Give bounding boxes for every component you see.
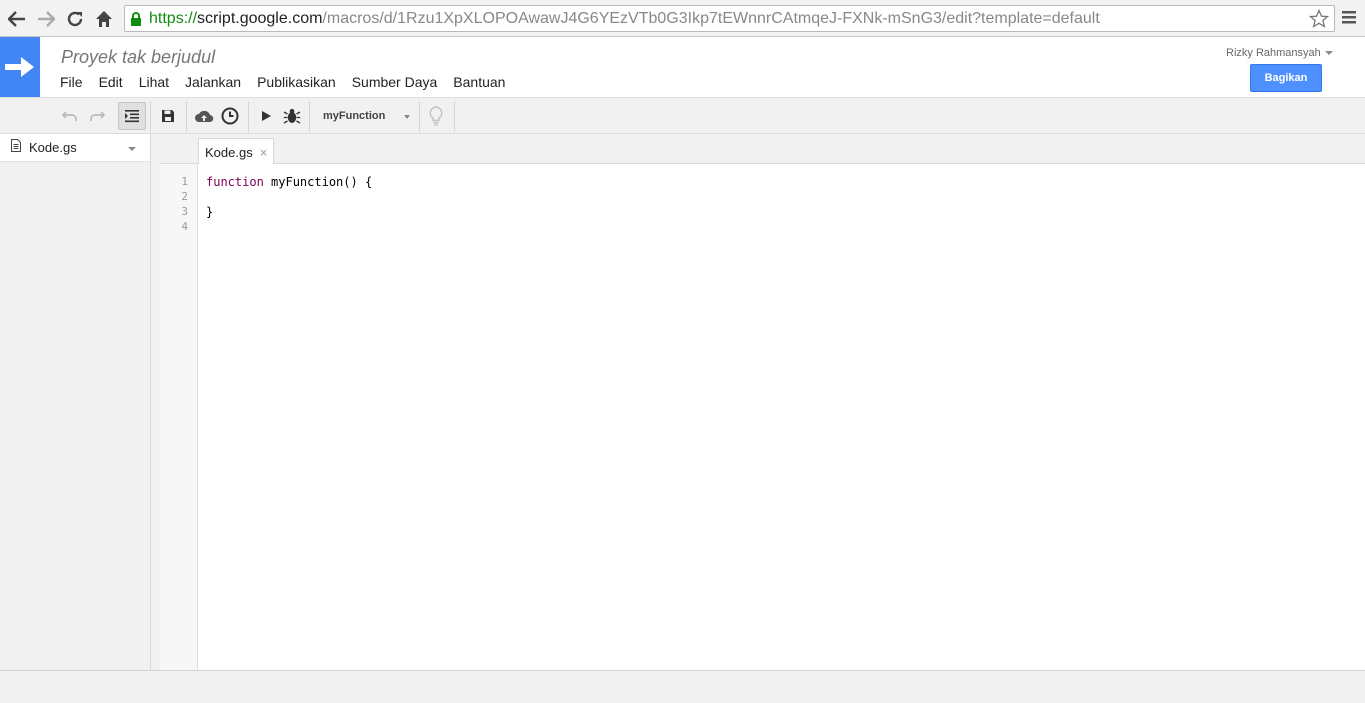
menu-bar: File Edit Lihat Jalankan Publikasikan Su… xyxy=(60,74,521,90)
menu-resources[interactable]: Sumber Daya xyxy=(352,74,438,90)
line-number: 2 xyxy=(181,190,188,203)
lightbulb-icon xyxy=(429,106,443,126)
toolbar-separator xyxy=(150,101,151,132)
browser-toolbar: https://script.google.com/macros/d/1Rzu1… xyxy=(0,0,1365,37)
reload-icon xyxy=(67,11,83,27)
home-button[interactable] xyxy=(93,8,115,30)
menu-publish[interactable]: Publikasikan xyxy=(257,74,336,90)
chevron-down-icon xyxy=(404,115,410,119)
url-text: https://script.google.com/macros/d/1Rzu1… xyxy=(149,10,1100,27)
chevron-down-icon[interactable] xyxy=(128,147,136,151)
share-button[interactable]: Bagikan xyxy=(1250,64,1322,92)
menu-help[interactable]: Bantuan xyxy=(453,74,505,90)
save-button[interactable] xyxy=(154,102,182,130)
close-icon[interactable]: × xyxy=(260,145,268,160)
undo-button[interactable] xyxy=(56,102,84,130)
apps-script-logo[interactable] xyxy=(0,37,40,97)
status-bar xyxy=(0,670,1365,703)
browser-menu-icon[interactable] xyxy=(1341,9,1357,30)
lock-icon xyxy=(130,12,142,31)
toolbar-separator xyxy=(309,101,310,132)
toolbar-separator xyxy=(186,101,187,132)
line-number: 4 xyxy=(181,220,188,233)
bug-icon xyxy=(283,108,301,124)
editor-toolbar: myFunction xyxy=(0,97,1365,134)
function-select[interactable]: myFunction xyxy=(314,102,418,130)
indent-toggle-button[interactable] xyxy=(118,102,146,130)
arrow-right-logo-icon xyxy=(5,57,34,77)
file-sidebar: Kode.gs xyxy=(0,134,151,670)
triggers-button[interactable] xyxy=(216,102,244,130)
project-title[interactable]: Proyek tak berjudul xyxy=(61,47,215,68)
file-name: Kode.gs xyxy=(29,140,77,155)
forward-button[interactable] xyxy=(35,8,57,30)
reload-button[interactable] xyxy=(64,8,86,30)
line-number-gutter: 1 2 3 4 xyxy=(160,164,198,670)
save-icon xyxy=(162,110,174,122)
tab-label: Kode.gs xyxy=(205,144,253,160)
arrow-left-icon xyxy=(8,11,25,27)
deploy-button[interactable] xyxy=(190,102,218,130)
address-bar[interactable]: https://script.google.com/macros/d/1Rzu1… xyxy=(124,5,1335,32)
app-header: Proyek tak berjudul File Edit Lihat Jala… xyxy=(0,37,1365,97)
back-button[interactable] xyxy=(6,8,28,30)
menu-file[interactable]: File xyxy=(60,74,83,90)
code-line: } xyxy=(206,205,214,219)
undo-icon xyxy=(62,111,77,121)
toolbar-separator xyxy=(419,101,420,132)
hint-button[interactable] xyxy=(422,102,450,130)
menu-run[interactable]: Jalankan xyxy=(185,74,241,90)
bookmark-star-icon[interactable] xyxy=(1308,8,1330,34)
tab-kode-gs[interactable]: Kode.gs × xyxy=(198,138,275,165)
home-icon xyxy=(96,11,112,27)
user-name: Rizky Rahmansyah xyxy=(1226,47,1321,59)
chevron-down-icon xyxy=(1324,51,1333,56)
debug-button[interactable] xyxy=(278,102,306,130)
arrow-right-icon xyxy=(38,11,55,27)
code-text: myFunction() { xyxy=(263,175,373,189)
cloud-upload-icon xyxy=(195,110,214,123)
play-icon xyxy=(262,111,271,121)
file-item[interactable]: Kode.gs xyxy=(0,134,150,162)
run-button[interactable] xyxy=(252,102,280,130)
toolbar-separator xyxy=(454,101,455,132)
menu-edit[interactable]: Edit xyxy=(99,74,123,90)
code-line: function myFunction() { xyxy=(206,175,372,189)
line-number: 3 xyxy=(181,205,188,218)
indent-icon xyxy=(125,110,139,123)
user-account-menu[interactable]: Rizky Rahmansyah xyxy=(1226,47,1333,59)
document-icon xyxy=(11,138,21,157)
code-keyword: function xyxy=(206,175,264,189)
menu-view[interactable]: Lihat xyxy=(139,74,169,90)
code-editor[interactable]: function myFunction() { } xyxy=(198,164,1365,670)
toolbar-separator xyxy=(248,101,249,132)
sidebar-splitter[interactable] xyxy=(151,134,160,670)
line-number: 1 xyxy=(181,175,188,188)
editor-tabs: Kode.gs × xyxy=(160,134,1365,165)
redo-icon xyxy=(90,111,105,121)
redo-button[interactable] xyxy=(83,102,111,130)
clock-icon xyxy=(221,107,239,125)
selected-function-label: myFunction xyxy=(323,110,386,122)
